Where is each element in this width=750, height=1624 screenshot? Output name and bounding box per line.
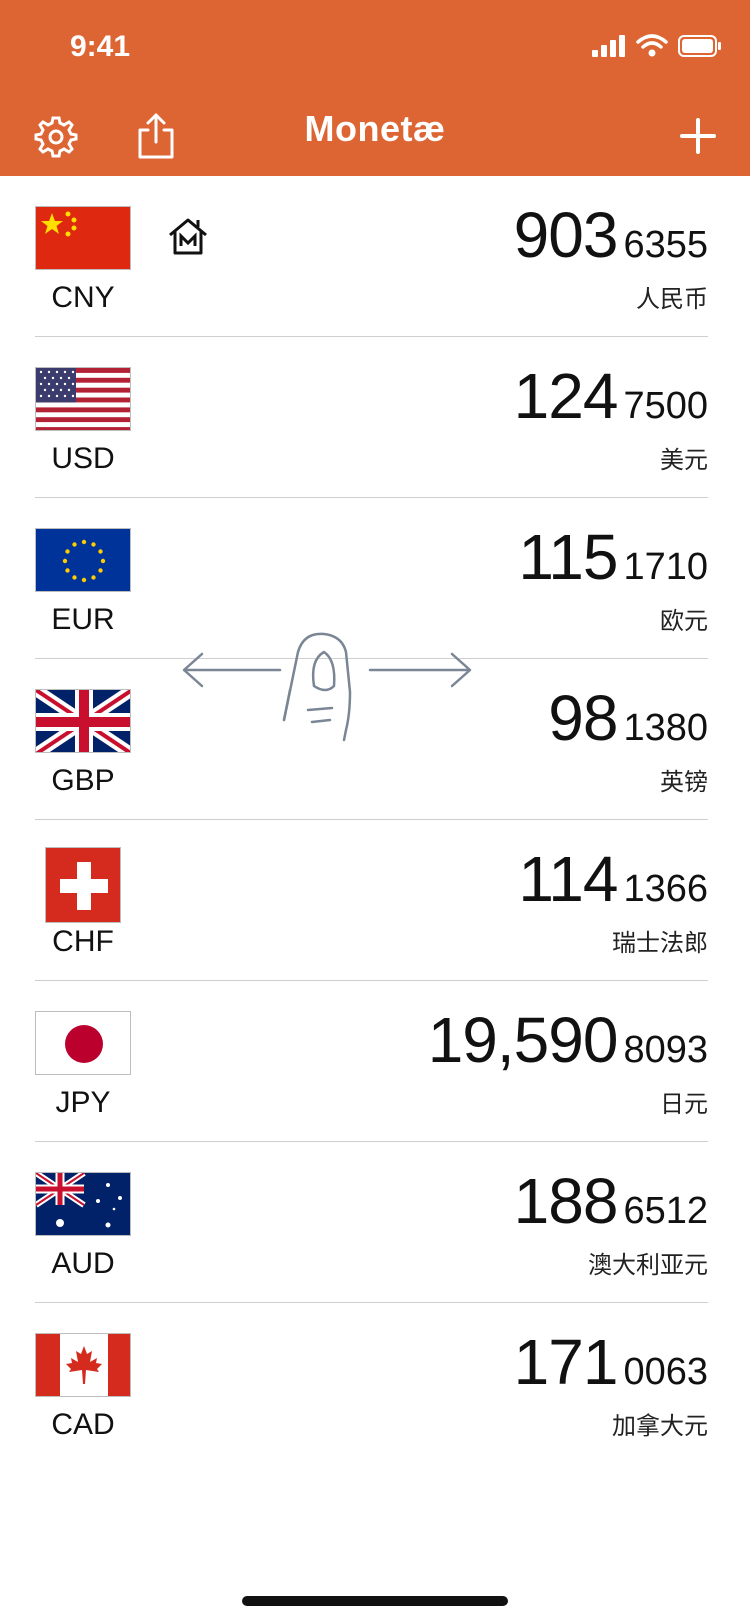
currency-code: GBP <box>51 764 115 797</box>
wifi-icon <box>636 34 668 57</box>
amount-integer: 98 <box>548 682 618 754</box>
currency-name: 英镑 <box>660 768 708 796</box>
amount-integer: 114 <box>518 843 618 915</box>
currency-list: CNY 903 6355 人民币 USD 124 7500 美元 EUR 115… <box>0 176 750 1464</box>
currency-row-jpy[interactable]: JPY 19,590 8093 日元 <box>0 981 750 1142</box>
amount-decimal: 7500 <box>623 385 708 427</box>
cellular-signal-icon <box>592 35 625 57</box>
amount-decimal: 1380 <box>623 707 708 749</box>
amount-integer: 903 <box>513 199 619 271</box>
currency-name: 澳大利亚元 <box>588 1251 708 1279</box>
converted-amount: 903 6355 <box>514 198 708 272</box>
status-time: 9:41 <box>70 30 131 63</box>
amount-integer: 115 <box>518 521 618 593</box>
home-indicator[interactable] <box>242 1596 508 1606</box>
currency-row-cny[interactable]: CNY 903 6355 人民币 <box>0 176 750 337</box>
swiss-flag-icon <box>45 847 121 923</box>
currency-name: 人民币 <box>636 285 708 313</box>
currency-row-aud[interactable]: AUD 188 6512 澳大利亚元 <box>0 1142 750 1303</box>
app-header: 9:41 Monetæ <box>0 0 750 176</box>
swipe-gesture-hint-icon <box>182 632 472 742</box>
uk-flag-icon <box>35 689 131 753</box>
currency-name: 加拿大元 <box>612 1412 708 1440</box>
currency-name: 欧元 <box>660 607 708 635</box>
usa-flag-icon <box>35 367 131 431</box>
converted-amount: 188 6512 <box>514 1164 708 1238</box>
currency-name: 日元 <box>660 1090 708 1118</box>
base-currency-home-icon <box>169 218 207 255</box>
status-icons <box>592 34 722 58</box>
converted-amount: 98 1380 <box>548 681 708 755</box>
amount-decimal: 6355 <box>623 224 708 266</box>
converted-amount: 171 0063 <box>514 1325 708 1399</box>
currency-code: JPY <box>55 1086 111 1119</box>
converted-amount: 124 7500 <box>514 359 708 433</box>
amount-decimal: 6512 <box>623 1190 708 1232</box>
eu-flag-icon <box>35 528 131 592</box>
amount-integer: 188 <box>513 1165 619 1237</box>
currency-row-chf[interactable]: CHF 114 1366 瑞士法郎 <box>0 820 750 981</box>
add-currency-button[interactable] <box>672 110 724 162</box>
converted-amount: 114 1366 <box>518 842 708 916</box>
currency-code: CAD <box>51 1408 115 1441</box>
currency-row-cad[interactable]: CAD 171 0063 加拿大元 <box>0 1303 750 1464</box>
currency-code: USD <box>51 442 115 475</box>
amount-integer: 124 <box>513 360 619 432</box>
currency-code: EUR <box>51 603 115 636</box>
amount-integer: 171 <box>513 1326 619 1398</box>
app-title: Monetæ <box>304 108 446 149</box>
battery-icon <box>678 35 721 57</box>
amount-decimal: 8093 <box>623 1029 708 1071</box>
currency-name: 美元 <box>660 446 708 474</box>
currency-code: AUD <box>51 1247 115 1280</box>
japan-flag-icon <box>35 1011 131 1075</box>
converted-amount: 19,590 8093 <box>428 1003 708 1077</box>
amount-decimal: 1366 <box>623 868 708 910</box>
plus-icon <box>680 118 716 154</box>
china-flag-icon <box>35 206 131 270</box>
converted-amount: 115 1710 <box>518 520 708 594</box>
currency-row-usd[interactable]: USD 124 7500 美元 <box>0 337 750 498</box>
australia-flag-icon <box>35 1172 131 1236</box>
amount-decimal: 0063 <box>623 1351 708 1393</box>
canada-flag-icon <box>35 1333 131 1397</box>
currency-name: 瑞士法郎 <box>612 929 708 957</box>
amount-decimal: 1710 <box>623 546 708 588</box>
currency-code: CHF <box>52 925 114 958</box>
currency-code: CNY <box>51 281 115 314</box>
amount-integer: 19,590 <box>427 1004 619 1076</box>
